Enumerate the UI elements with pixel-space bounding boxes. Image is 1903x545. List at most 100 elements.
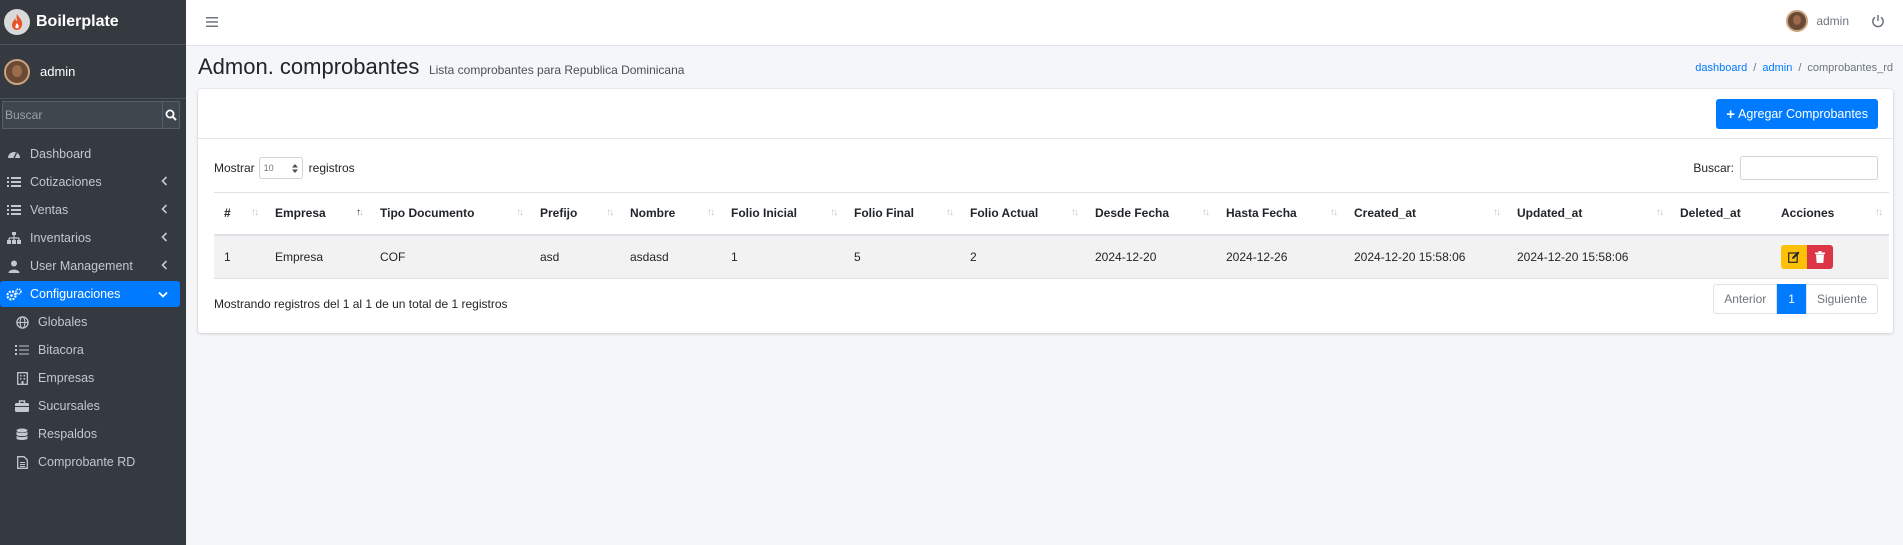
- sidebar-item-label: Bitacora: [38, 343, 84, 357]
- topbar: admin: [186, 0, 1903, 46]
- breadcrumb-link-admin[interactable]: admin: [1762, 62, 1792, 74]
- flame-logo-icon: [4, 9, 30, 35]
- table-header-row: # ↑↓ Empresa ↑↓ Tipo Documento ↑↓ Prefijo ↑↓…: [214, 192, 1889, 236]
- col-header-updated-at[interactable]: Updated_at ↑↓: [1507, 192, 1670, 236]
- sidebar-item-label: User Management: [30, 259, 133, 273]
- pagination-next[interactable]: Siguiente: [1805, 284, 1878, 314]
- cell-updated-at: 2024-12-20 15:58:06: [1507, 234, 1670, 279]
- sort-icon: ↑↓: [1202, 207, 1210, 218]
- sidebar-item-label: Configuraciones: [30, 287, 121, 301]
- chevron-left-icon: [161, 203, 168, 217]
- table-filter: Buscar:: [1693, 156, 1878, 180]
- list-icon: [14, 343, 30, 357]
- col-header-prefijo[interactable]: Prefijo ↑↓: [530, 192, 620, 236]
- sort-arrows-icon: [291, 163, 298, 173]
- col-header-id[interactable]: # ↑↓: [214, 192, 265, 236]
- sidebar-item-empresas[interactable]: Empresas: [0, 365, 180, 391]
- sort-icon: ↑↓: [1071, 207, 1079, 218]
- breadcrumb: dashboard / admin / comprobantes_rd: [1695, 62, 1893, 74]
- sidebar-item-inventarios[interactable]: Inventarios: [0, 225, 180, 251]
- page-subtitle: Lista comprobantes para Republica Domini…: [428, 63, 685, 77]
- brand[interactable]: Boilerplate: [0, 0, 186, 45]
- edit-icon: [1788, 251, 1800, 263]
- menu-toggle-button[interactable]: [204, 14, 220, 30]
- chevron-down-icon: [158, 287, 168, 301]
- sidebar-item-label: Cotizaciones: [30, 175, 102, 189]
- delete-button[interactable]: [1807, 244, 1833, 269]
- user-name: admin: [40, 64, 76, 79]
- col-header-acciones[interactable]: Acciones ↑↓: [1771, 192, 1889, 236]
- pagination-previous[interactable]: Anterior: [1713, 284, 1778, 314]
- col-header-nombre[interactable]: Nombre ↑↓: [620, 192, 721, 236]
- col-header-deleted-at[interactable]: Deleted_at: [1670, 192, 1771, 236]
- table-controls: Mostrar 10 registros Buscar:: [214, 156, 1878, 180]
- page-size-select[interactable]: 10: [258, 157, 303, 179]
- col-header-folio-inicial[interactable]: Folio Inicial ↑↓: [721, 192, 844, 236]
- col-header-hasta-fecha[interactable]: Hasta Fecha ↑↓: [1216, 192, 1344, 236]
- sidebar-item-configuraciones[interactable]: Configuraciones: [0, 281, 180, 307]
- page-size-value: 10: [263, 163, 274, 173]
- breadcrumb-link-dashboard[interactable]: dashboard: [1695, 62, 1747, 74]
- sidebar-search-input[interactable]: [2, 101, 163, 129]
- sidebar-item-dashboard[interactable]: Dashboard: [0, 141, 180, 167]
- pagination: Anterior 1 Siguiente: [1713, 284, 1878, 314]
- cell-empresa: Empresa: [265, 234, 370, 279]
- top-user-menu[interactable]: admin: [1786, 10, 1849, 32]
- sort-icon: ↑↓: [1656, 207, 1664, 218]
- breadcrumb-separator: /: [1798, 62, 1802, 74]
- chevron-left-icon: [161, 231, 168, 245]
- col-header-tipo-documento[interactable]: Tipo Documento ↑↓: [370, 192, 530, 236]
- sidebar-item-ventas[interactable]: Ventas: [0, 197, 180, 223]
- row-actions: [1781, 244, 1889, 269]
- sort-icon: ↑↓: [251, 207, 259, 218]
- sidebar-item-sucursales[interactable]: Sucursales: [0, 393, 180, 419]
- sidebar-item-respaldos[interactable]: Respaldos: [0, 421, 180, 447]
- col-header-folio-actual[interactable]: Folio Actual ↑↓: [960, 192, 1085, 236]
- sidebar-item-user-management[interactable]: User Management: [0, 253, 180, 279]
- brand-name: Boilerplate: [36, 13, 119, 30]
- file-icon: [14, 455, 30, 469]
- add-comprobante-label: Agregar Comprobantes: [1738, 107, 1868, 121]
- sort-icon: ↑↓: [1493, 207, 1501, 218]
- col-header-empresa[interactable]: Empresa ↑↓: [265, 192, 370, 236]
- page-length: Mostrar 10 registros: [214, 157, 355, 179]
- sort-icon: ↑↓: [830, 207, 838, 218]
- sidebar-search-button[interactable]: [163, 101, 180, 129]
- database-icon: [14, 427, 30, 441]
- breadcrumb-separator: /: [1753, 62, 1757, 74]
- sort-icon: ↑↓: [707, 207, 715, 218]
- table-info: Mostrando registros del 1 al 1 de un tot…: [214, 297, 508, 311]
- avatar: [1786, 10, 1809, 32]
- cell-id: 1: [214, 234, 265, 279]
- cell-folio-actual: 2: [960, 234, 1085, 279]
- list-icon: [6, 175, 22, 189]
- sidebar-item-bitacora[interactable]: Bitacora: [0, 337, 180, 363]
- col-header-desde-fecha[interactable]: Desde Fecha ↑↓: [1085, 192, 1216, 236]
- col-header-created-at[interactable]: Created_at ↑↓: [1344, 192, 1507, 236]
- sidebar-item-label: Globales: [38, 315, 88, 329]
- trash-icon: [1815, 250, 1825, 263]
- sidebar-item-globales[interactable]: Globales: [0, 309, 180, 335]
- globe-icon: [14, 315, 30, 329]
- sidebar-item-comprobante-rd[interactable]: Comprobante RD: [0, 449, 180, 475]
- show-label: Mostrar: [214, 161, 255, 175]
- comprobantes-table: # ↑↓ Empresa ↑↓ Tipo Documento ↑↓ Prefijo ↑↓…: [214, 192, 1889, 279]
- pagination-page-1[interactable]: 1: [1777, 284, 1806, 314]
- power-icon: [1872, 15, 1884, 28]
- plus-icon: +: [1726, 105, 1736, 123]
- add-comprobante-button[interactable]: + Agregar Comprobantes: [1716, 99, 1878, 129]
- logout-button[interactable]: [1871, 14, 1887, 30]
- breadcrumb-current: comprobantes_rd: [1807, 62, 1893, 74]
- cell-deleted-at: [1670, 234, 1771, 279]
- col-header-folio-final[interactable]: Folio Final ↑↓: [844, 192, 960, 236]
- comprobantes-card: + Agregar Comprobantes Mostrar 10 regist…: [198, 89, 1893, 333]
- sidebar-item-cotizaciones[interactable]: Cotizaciones: [0, 169, 180, 195]
- cell-tipo-documento: COF: [370, 234, 530, 279]
- edit-button[interactable]: [1781, 244, 1807, 269]
- search-icon: [165, 109, 177, 121]
- user-panel[interactable]: admin: [0, 45, 186, 99]
- dashboard-icon: [6, 147, 22, 161]
- avatar: [4, 58, 30, 85]
- user-icon: [6, 259, 22, 273]
- table-search-input[interactable]: [1740, 156, 1878, 180]
